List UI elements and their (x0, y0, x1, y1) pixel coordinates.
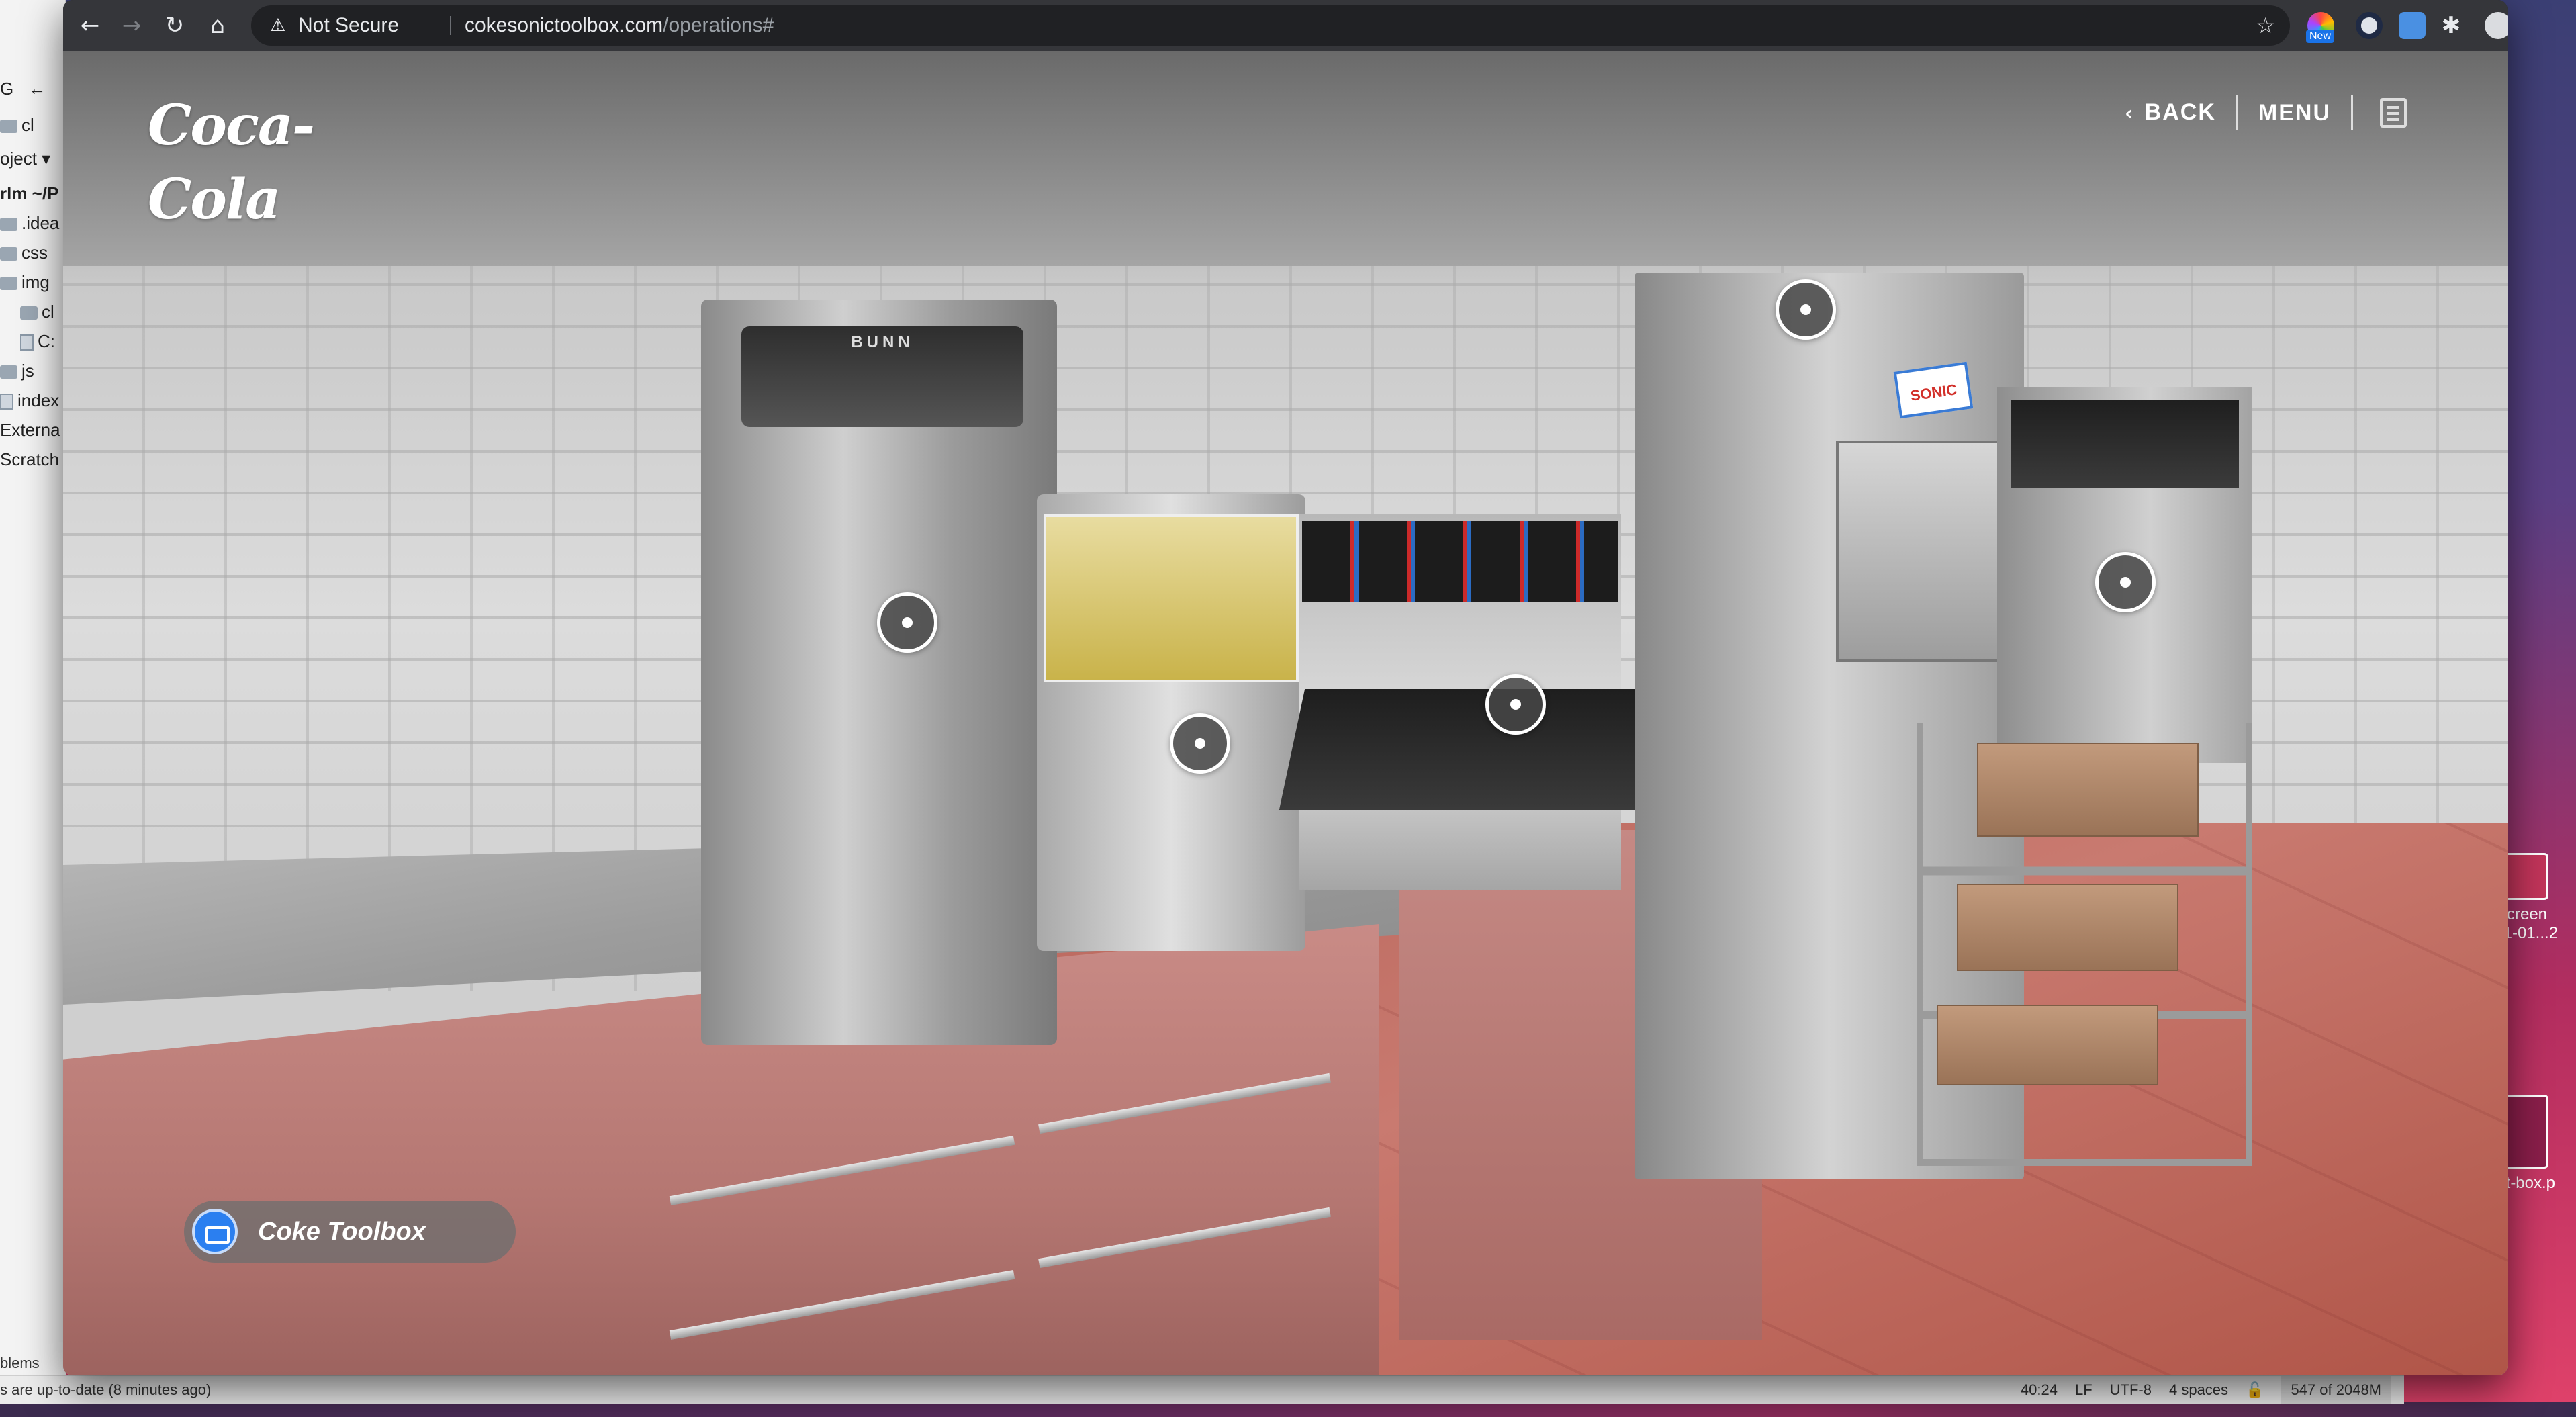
ide-cursor-position[interactable]: 40:24 (2021, 1376, 2058, 1404)
notes-icon[interactable] (2380, 98, 2407, 128)
new-badge: New (2306, 30, 2335, 43)
toolbox-icon (192, 1209, 238, 1254)
ide-tree-label: G (0, 79, 14, 99)
browser-toolbar: ← → ↻ ⌂ ⚠ Not Secure cokesonictoolbox.co… (63, 0, 2508, 51)
ide-tree-item[interactable]: js (0, 357, 66, 384)
ide-tree-item[interactable]: index (0, 387, 66, 414)
ide-status-bar: s are up-to-date (8 minutes ago) 40:24 L… (0, 1375, 2404, 1404)
ide-problems-tab[interactable]: blems (0, 1351, 66, 1375)
hotspot-ice-machine[interactable] (2095, 552, 2156, 612)
cabinet-handle (1038, 1072, 1331, 1134)
ide-tree-label: img (21, 272, 50, 292)
star-icon[interactable]: ☆ (2256, 5, 2275, 46)
chevron-down-icon: ▾ (42, 148, 51, 169)
folder-icon (0, 247, 17, 261)
ide-tree-label: oject (0, 148, 37, 169)
reload-icon[interactable]: ↻ (158, 9, 191, 42)
hotspot-fountain[interactable] (1485, 674, 1546, 735)
folder-icon (0, 218, 17, 232)
address-bar[interactable]: ⚠ Not Secure cokesonictoolbox.com/operat… (251, 5, 2290, 46)
forward-arrow-icon[interactable]: → (116, 9, 148, 42)
file-icon (20, 334, 34, 351)
ide-status-right: 40:24 LF UTF-8 4 spaces 🔓 547 of 2048M (2021, 1376, 2391, 1404)
puzzle-icon[interactable]: ✱ (2438, 12, 2465, 39)
home-icon[interactable]: ⌂ (201, 9, 234, 42)
ide-tree-label: index (17, 390, 60, 410)
warning-icon: ⚠ (270, 15, 286, 36)
fountain-valve-labels (1302, 521, 1618, 602)
drip-tray (1279, 689, 1682, 810)
ice-machine-panel (2011, 400, 2239, 488)
divider (450, 16, 451, 35)
ide-project-panel: G ← cl oject ▾ rlm ~/P .idea css img cl C… (0, 0, 66, 1383)
ide-tree-item[interactable]: G ← (0, 75, 66, 102)
ide-tree-label: .idea (21, 213, 60, 233)
browser-window: ← → ↻ ⌂ ⚠ Not Secure cokesonictoolbox.co… (63, 0, 2508, 1375)
coke-toolbox-button[interactable]: Coke Toolbox (184, 1201, 516, 1263)
download-extension-icon[interactable] (2399, 12, 2426, 39)
ide-tree-item[interactable]: rlm ~/P (0, 180, 66, 207)
ide-tree-item[interactable]: C: (0, 328, 66, 355)
security-label[interactable]: Not Secure (298, 5, 399, 46)
hotspot-shake-machine[interactable] (1776, 279, 1836, 340)
folder-icon (20, 306, 38, 320)
url-host: cokesonictoolbox.com (465, 14, 663, 36)
ide-tree-item[interactable]: cl (0, 298, 66, 325)
hotspot-juice-dispenser[interactable] (1170, 713, 1230, 774)
ide-tree-item[interactable]: cl (0, 111, 66, 138)
ide-tree-label: Externa (0, 420, 60, 440)
ide-project-dropdown[interactable]: oject ▾ (0, 145, 66, 172)
circle-extension-icon[interactable] (2356, 12, 2383, 39)
dock-strip (0, 1402, 2576, 1417)
ide-status-message: s are up-to-date (8 minutes ago) (0, 1381, 212, 1398)
ide-tree-label: css (21, 242, 48, 263)
ide-encoding[interactable]: UTF-8 (2110, 1376, 2152, 1404)
file-icon (0, 394, 13, 410)
chevron-left-icon: ‹ (2125, 102, 2134, 124)
hotspot-brewer[interactable] (877, 592, 937, 653)
lock-icon[interactable]: 🔓 (2246, 1376, 2264, 1404)
toolbox-label: Coke Toolbox (258, 1218, 426, 1246)
ide-tree-item[interactable]: Scratch (0, 446, 66, 473)
ide-line-separator[interactable]: LF (2075, 1376, 2092, 1404)
ide-tree-label: js (21, 361, 34, 381)
ide-tree-item[interactable]: Externa (0, 416, 66, 443)
storage-box (1957, 884, 2178, 971)
ide-problems-label: blems (0, 1355, 40, 1371)
coca-cola-logo[interactable]: Coca-Cola (148, 89, 349, 232)
ide-tree-label: cl (21, 115, 34, 135)
url-text[interactable]: cokesonictoolbox.com/operations# (465, 5, 774, 46)
top-nav: ‹ BACK MENU (2105, 93, 2407, 133)
storage-box (1937, 1005, 2158, 1085)
ide-tree-item[interactable]: css (0, 239, 66, 266)
ide-tree-label: C: (38, 331, 55, 351)
ide-tree-item[interactable]: img (0, 269, 66, 295)
storage-box (1977, 743, 2199, 837)
brewer-brand-label: BUNN (851, 333, 914, 351)
folder-icon (0, 277, 17, 291)
memory-indicator[interactable]: 547 of 2048M (2281, 1376, 2391, 1404)
back-arrow-icon[interactable]: ← (74, 9, 106, 42)
profile-avatar-icon[interactable] (2485, 12, 2508, 39)
menu-label: MENU (2258, 100, 2331, 126)
back-button[interactable]: ‹ BACK (2105, 92, 2236, 134)
ide-tree-label: cl (42, 302, 54, 322)
upper-wall (63, 51, 2508, 266)
folder-icon (0, 365, 17, 379)
back-label: BACK (2144, 99, 2216, 125)
cabinet-handle (1038, 1207, 1331, 1269)
menu-button[interactable]: MENU (2238, 93, 2351, 133)
ide-tree-item[interactable]: .idea (0, 210, 66, 236)
url-path: /operations# (663, 14, 774, 36)
ide-tree-label: Scratch (0, 449, 60, 469)
nav-divider (2351, 95, 2353, 130)
cabinet-handle (669, 1269, 1015, 1340)
page-viewport: BUNN SONIC Coca-Cola ‹ BACK MENU Coke To… (63, 51, 2508, 1375)
ide-indent[interactable]: 4 spaces (2169, 1376, 2228, 1404)
folder-icon (0, 120, 17, 134)
arrow-left-icon[interactable]: ← (28, 79, 46, 99)
juice-tank (1044, 514, 1299, 682)
cabinet-handle (669, 1135, 1015, 1206)
ide-tree-label: rlm ~/P (0, 183, 59, 203)
